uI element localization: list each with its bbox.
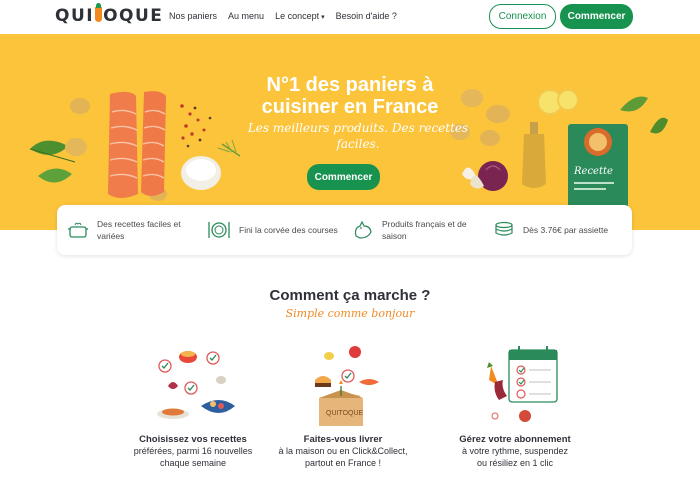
feature-text: Fini la corvée des courses bbox=[239, 225, 338, 235]
step-choose-recipes: Choisissez vos recettes préférées, parmi… bbox=[118, 340, 268, 469]
coins-icon bbox=[495, 221, 513, 236]
quitoque-logo[interactable]: QUI OQUE bbox=[55, 3, 163, 26]
how-it-works-title: Comment ça marche ? bbox=[269, 287, 431, 304]
delivery-box-icon: QUITOQUE bbox=[315, 346, 379, 426]
svg-text:QUITOQUE: QUITOQUE bbox=[326, 410, 364, 417]
feature-text: Produits français et de saison bbox=[382, 219, 467, 241]
how-it-works-subtitle: Simple comme bonjour bbox=[285, 307, 415, 320]
nav-link-nos-paniers[interactable]: Nos paniers bbox=[169, 11, 217, 21]
start-button[interactable]: Commencer bbox=[560, 4, 633, 29]
features-bar: Des recettes faciles et variées Fini la … bbox=[57, 205, 632, 255]
feature-item: Dès 3.76€ par assiette bbox=[493, 221, 623, 239]
nav-link-le-concept[interactable]: Le concept ▾ bbox=[275, 11, 325, 21]
feature-item: Produits français et de saison bbox=[352, 218, 487, 242]
step-title: Faites-vous livrer bbox=[303, 434, 383, 445]
step-desc-line1: à la maison ou en Click&Collect, bbox=[278, 446, 408, 456]
carrot-logo-icon bbox=[95, 3, 103, 22]
step-desc-line1: préférées, parmi 16 nouvelles bbox=[133, 446, 253, 456]
feature-text: Dès 3.76€ par assiette bbox=[523, 225, 609, 235]
plate-cutlery-icon bbox=[208, 222, 230, 238]
feature-item: Des recettes faciles et variées bbox=[67, 218, 197, 242]
feature-text: Des recettes faciles et variées bbox=[97, 219, 181, 241]
nav-link-besoin-aide[interactable]: Besoin d'aide ? bbox=[336, 11, 397, 21]
hero-title: N°1 des paniers à cuisiner en France bbox=[0, 74, 700, 118]
step-desc-line1: à votre rythme, suspendez bbox=[461, 446, 569, 456]
step-desc-line2: chaque semaine bbox=[159, 458, 227, 468]
calendar-illustration-icon bbox=[487, 346, 558, 422]
hero-title-line2: cuisiner en France bbox=[261, 96, 439, 118]
recipes-illustration-icon bbox=[157, 351, 235, 419]
hero-start-button[interactable]: Commencer bbox=[307, 164, 380, 190]
step-delivery: QUITOQUE Faites-vous livrer à la maison … bbox=[268, 340, 418, 469]
nav-link-le-concept-label: Le concept bbox=[275, 11, 320, 21]
hero-subtitle: Les meilleurs produits. Des recettes fac… bbox=[247, 121, 469, 151]
nav-link-au-menu[interactable]: Au menu bbox=[228, 11, 264, 21]
step-desc-line2: partout en France ! bbox=[304, 458, 382, 468]
top-navigation: QUI OQUE Nos paniers Au menu Le concept ▾ … bbox=[0, 0, 700, 34]
feature-item: Fini la corvée des courses bbox=[207, 220, 347, 240]
step-title: Gérez votre abonnement bbox=[459, 434, 571, 445]
rooster-icon bbox=[354, 220, 372, 239]
pot-icon bbox=[68, 222, 88, 238]
login-button[interactable]: Connexion bbox=[489, 4, 556, 29]
step-title: Choisissez vos recettes bbox=[139, 434, 247, 445]
chevron-down-icon: ▾ bbox=[321, 14, 325, 21]
hero-banner: Recette N°1 des paniers à cuisiner en Fr… bbox=[0, 34, 700, 230]
hero-title-line1: N°1 des paniers à bbox=[266, 74, 434, 96]
step-manage-subscription: Gérez votre abonnement à votre rythme, s… bbox=[440, 340, 590, 469]
recipe-card-label: Recette bbox=[573, 166, 613, 177]
step-desc-line2: ou résiliez en 1 clic bbox=[476, 458, 554, 468]
nav-links: Nos paniers Au menu Le concept ▾ Besoin d… bbox=[169, 11, 397, 21]
